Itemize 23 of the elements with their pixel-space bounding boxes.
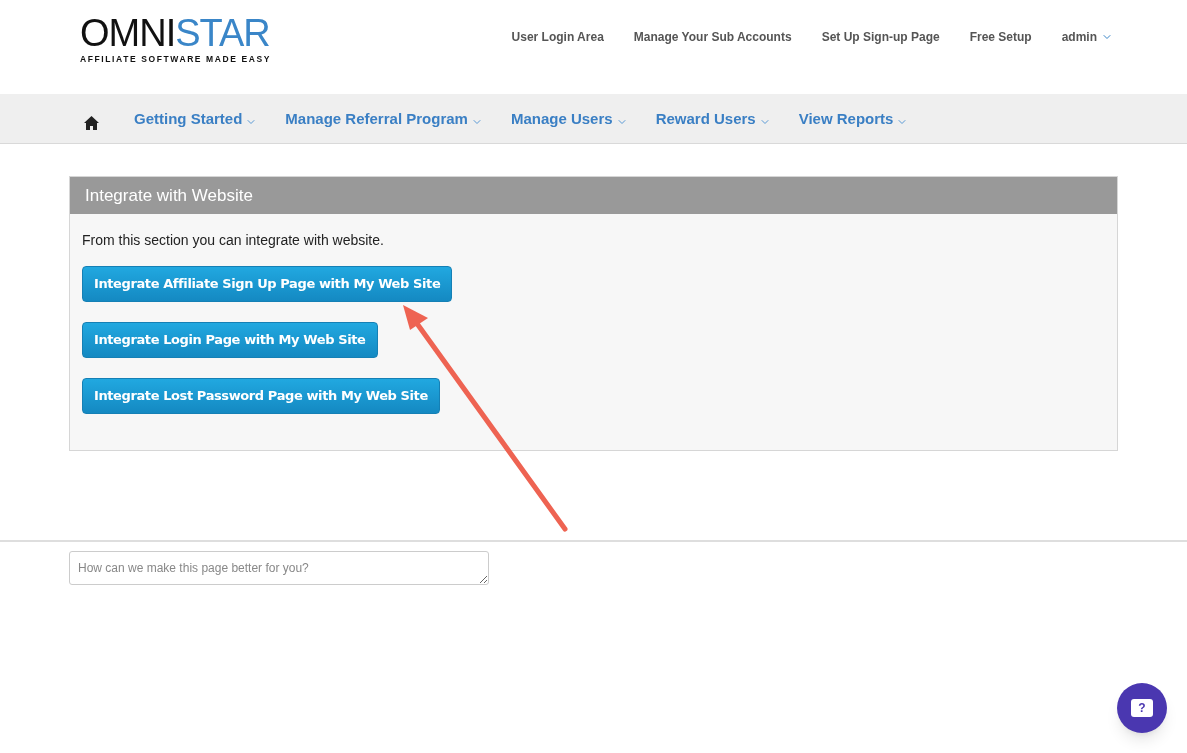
top-link[interactable]: Free Setup [969,28,1032,46]
integrate-button[interactable]: Integrate Affiliate Sign Up Page with My Web Site [82,266,453,302]
nav-menu-item[interactable]: Reward Users [655,108,771,131]
help-label: ? [1131,699,1153,717]
help-chat-button[interactable]: ? [1117,683,1167,733]
feedback-field[interactable]: How can we make this page better for you? [69,551,489,585]
integrate-button[interactable]: Integrate Lost Password Page with My Web Site [82,378,440,414]
integrate-button[interactable]: Integrate Login Page with My Web Site [82,322,378,358]
logo-tagline: AFFILIATE SOFTWARE MADE EASY [80,53,272,66]
nav-menu-item[interactable]: Manage Users [510,108,628,131]
panel-description: From this section you can integrate with website. [82,231,384,250]
panel-title: Integrate with Website [85,184,253,207]
top-link[interactable]: Manage Your Sub Accounts [633,28,792,46]
top-link[interactable]: Set Up Sign-up Page [821,28,940,46]
home-icon[interactable] [84,115,99,130]
nav-menu-item[interactable]: Getting Started [134,108,258,131]
top-link[interactable]: User Login Area [511,28,604,46]
logo-wordmark-dark: OMNI [80,14,176,53]
logo[interactable]: OMNISTAR AFFILIATE SOFTWARE MADE EASY [80,14,272,66]
nav-menu-item[interactable]: View Reports [798,108,909,131]
nav-menu-item[interactable]: Manage Referral Program [285,108,483,131]
top-link[interactable]: admin [1061,28,1113,46]
logo-wordmark-accent: STAR [175,14,270,53]
